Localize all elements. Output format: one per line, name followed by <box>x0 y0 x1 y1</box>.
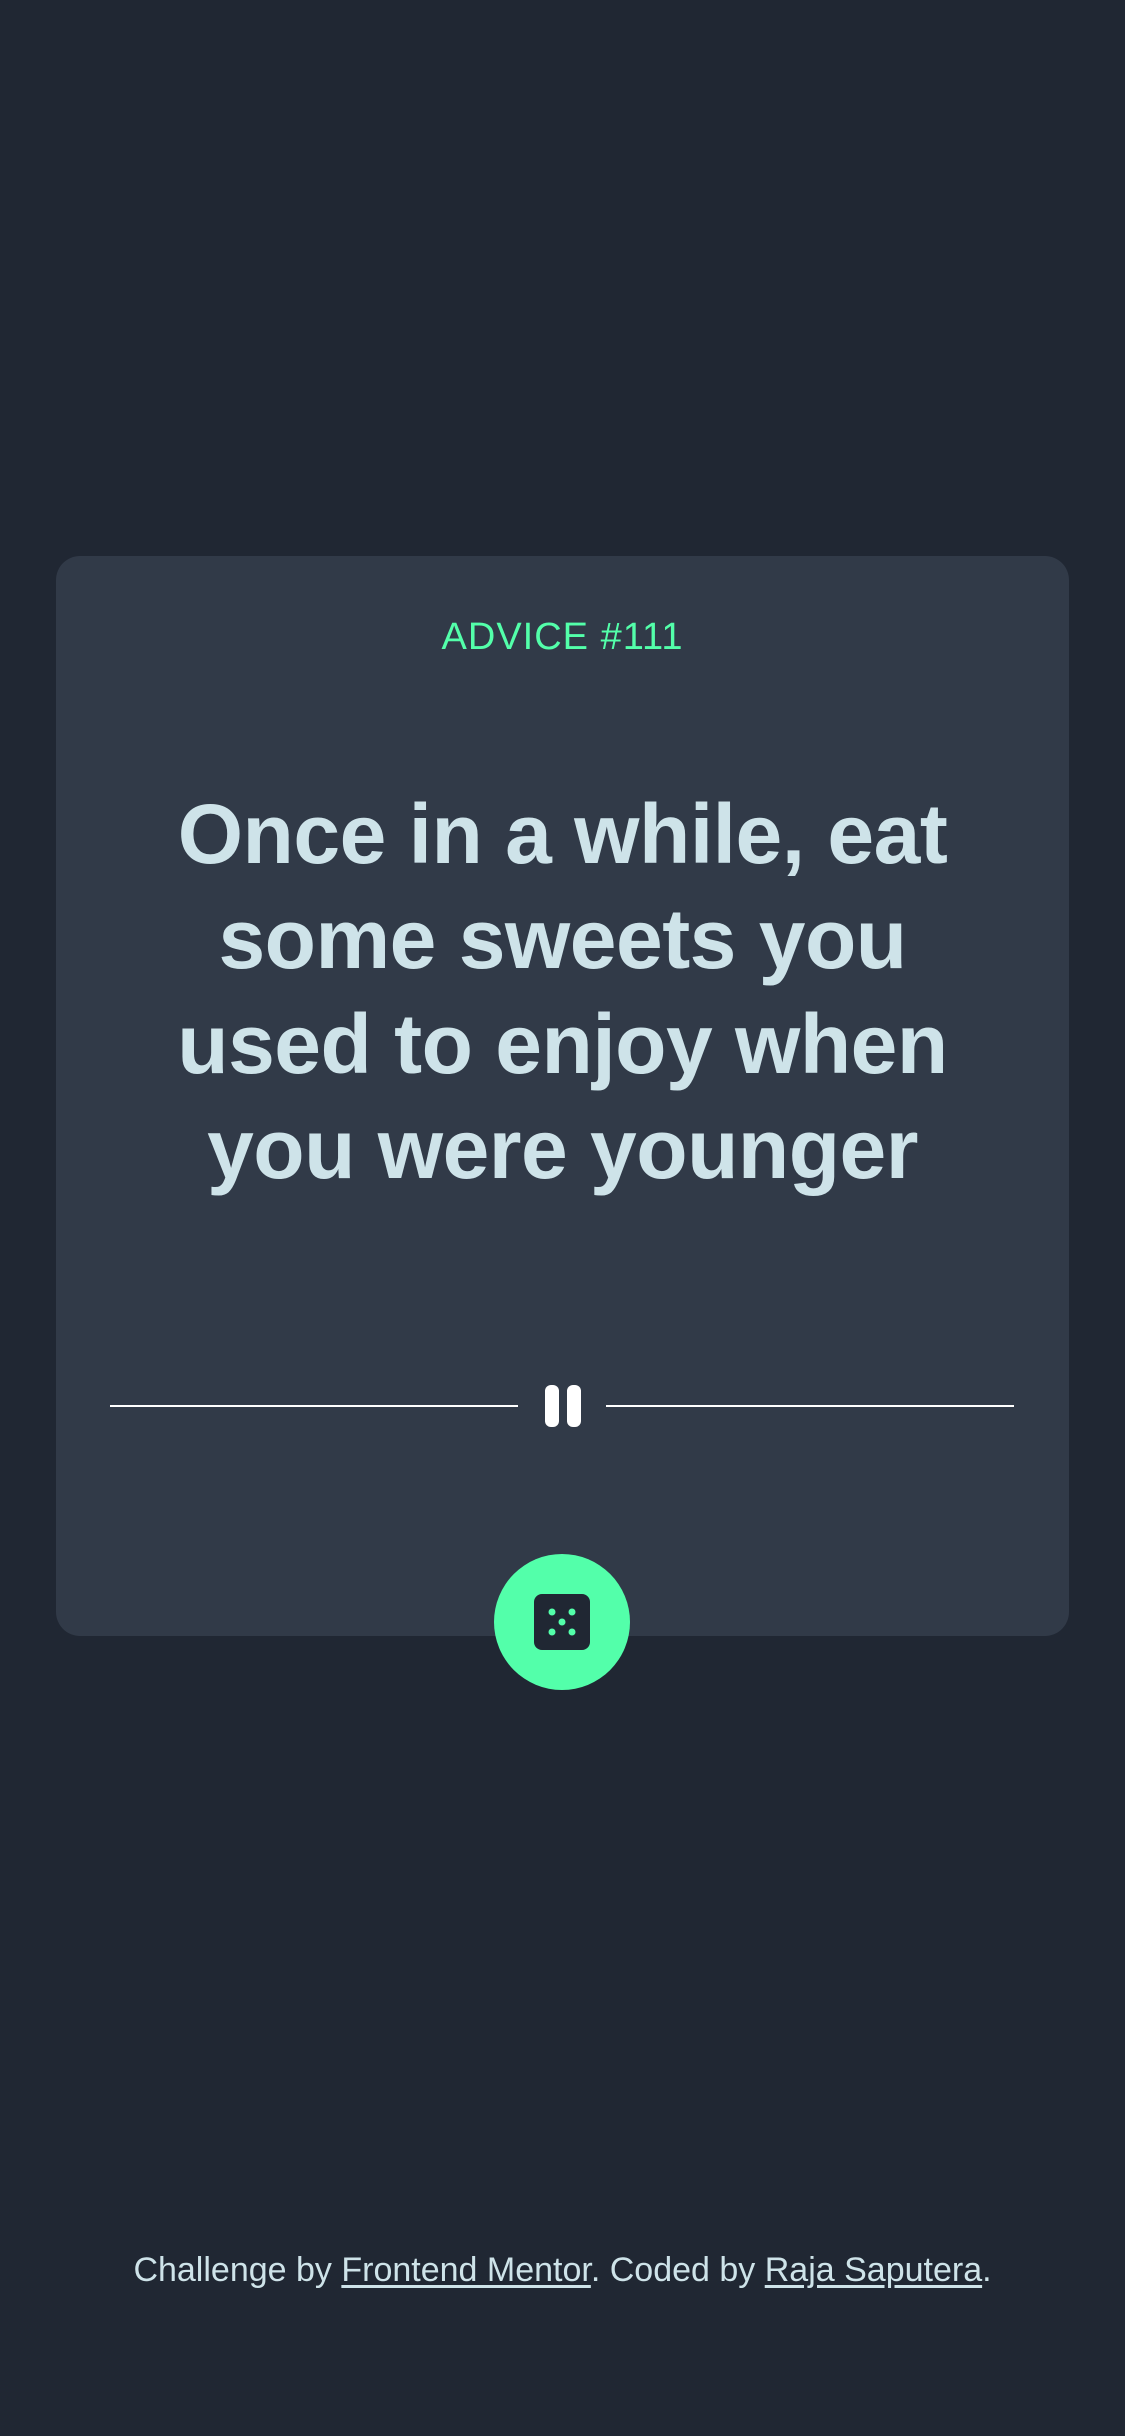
frontend-mentor-link[interactable]: Frontend Mentor <box>341 2251 590 2289</box>
attribution-footer: Challenge by Frontend Mentor. Coded by R… <box>0 2246 1125 2294</box>
advice-id-label: ADVICE #111 <box>441 616 684 658</box>
advice-quote: Once in a while, eat some sweets you use… <box>177 787 948 1196</box>
footer-middle-text: . Coded by <box>590 2251 765 2289</box>
author-link[interactable]: Raja Saputera <box>765 2251 982 2289</box>
dice-icon <box>534 1594 590 1650</box>
pause-icon <box>545 1385 581 1427</box>
divider-line-left <box>110 1405 518 1407</box>
page: ADVICE #111 Once in a while, eat some sw… <box>0 0 1125 2436</box>
new-advice-button[interactable] <box>494 1554 630 1690</box>
footer-suffix: . <box>982 2251 992 2289</box>
divider-line-right <box>606 1405 1014 1407</box>
footer-challenge-prefix: Challenge by <box>133 2251 342 2289</box>
